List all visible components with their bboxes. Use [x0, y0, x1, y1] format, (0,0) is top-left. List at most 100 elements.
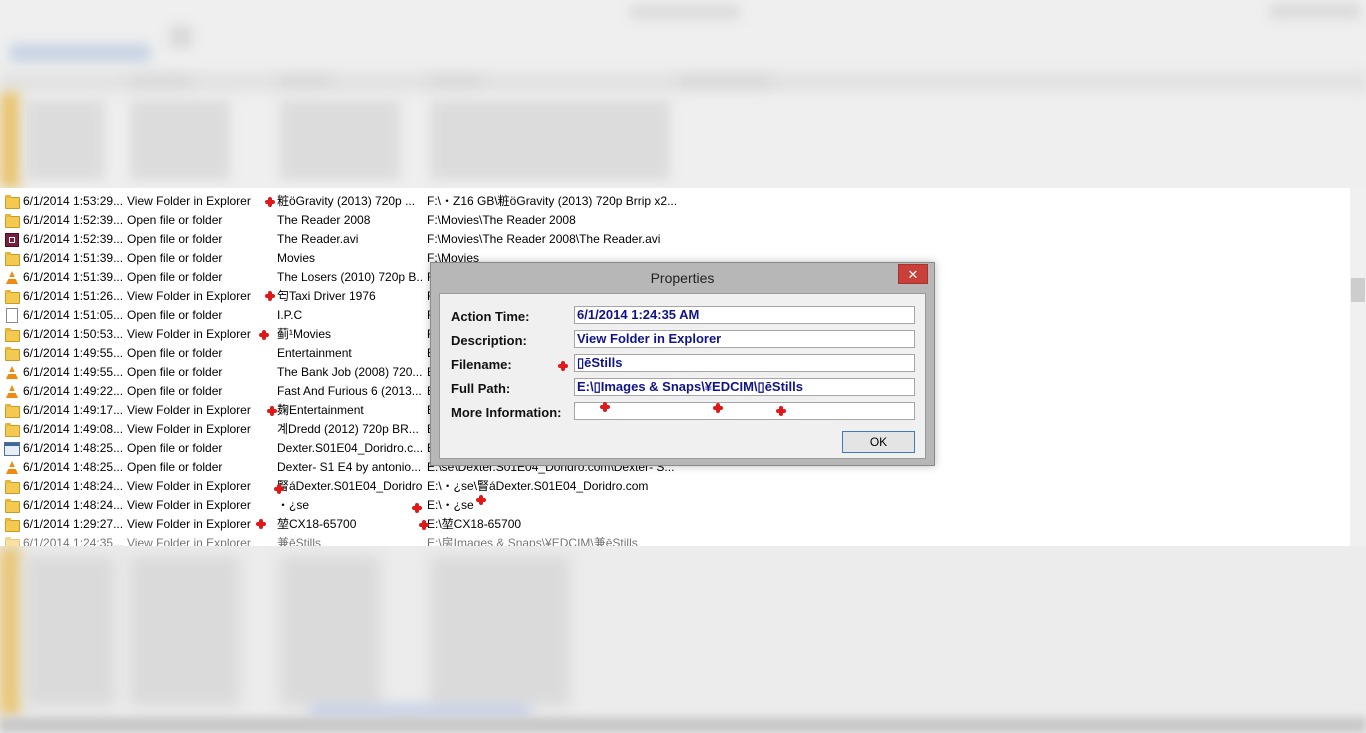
description-cell: Open file or folder	[127, 460, 223, 474]
description-cell: View Folder in Explorer	[127, 194, 251, 208]
list-row[interactable]: 6/1/2014 1:24:35... View Folder in Explor…	[0, 534, 1350, 546]
full-path-cell: E:\堃CX18-65700	[427, 517, 522, 531]
folder-icon	[4, 477, 20, 496]
red-marker	[419, 520, 429, 530]
action-time-cell: 6/1/2014 1:49:22...	[23, 384, 123, 398]
action-time-cell: 6/1/2014 1:52:39...	[23, 232, 123, 246]
folder-icon	[4, 534, 20, 546]
action-time-field[interactable]: 6/1/2014 1:24:35 AM	[574, 306, 915, 324]
blurred-window-header	[0, 0, 1366, 188]
full-path-cell: F:\Movies\The Reader 2008	[427, 213, 576, 227]
vertical-scrollbar[interactable]	[1350, 188, 1366, 546]
filename-cell: The Reader.avi	[277, 232, 359, 246]
filename-cell: 蓟¹Movies	[277, 327, 332, 341]
list-row[interactable]: 6/1/2014 1:48:24... View Folder in Explor…	[0, 477, 1350, 496]
description-cell: Open file or folder	[127, 270, 223, 284]
action-time-cell: 6/1/2014 1:51:39...	[23, 270, 123, 284]
description-cell: Open file or folder	[127, 441, 223, 455]
full-path-cell: F:\Movies\The Reader 2008\The Reader.avi	[427, 232, 661, 246]
action-time-cell: 6/1/2014 1:49:08...	[23, 422, 123, 436]
full-path-label: Full Path:	[451, 381, 511, 396]
action-time-cell: 6/1/2014 1:48:25...	[23, 441, 123, 455]
red-marker	[600, 402, 610, 412]
folder-icon	[4, 192, 20, 211]
red-marker	[259, 330, 269, 340]
action-time-cell: 6/1/2014 1:48:24...	[23, 479, 123, 493]
folder-icon	[4, 496, 20, 515]
filename-cell: Dexter- S1 E4 by antonio...	[277, 460, 422, 474]
blurred-lower-region	[0, 546, 1366, 733]
description-cell: View Folder in Explorer	[127, 289, 251, 303]
app-icon	[4, 439, 20, 458]
filename-cell: The Reader 2008	[277, 213, 371, 227]
vlc-icon	[4, 382, 20, 401]
description-cell: Open file or folder	[127, 308, 223, 322]
more-information-field[interactable]	[574, 402, 915, 420]
filename-cell: 兼ēStills	[277, 536, 322, 546]
close-button[interactable]: ✕	[898, 264, 928, 284]
list-row[interactable]: 6/1/2014 1:53:29... View Folder in Explor…	[0, 192, 1350, 211]
filename-label: Filename:	[451, 357, 512, 372]
vlc-icon	[4, 363, 20, 382]
description-cell: Open file or folder	[127, 384, 223, 398]
action-time-cell: 6/1/2014 1:24:35...	[23, 536, 123, 546]
description-field[interactable]: View Folder in Explorer	[574, 330, 915, 348]
filename-cell: 䁂áDexter.S01E04_Doridro...	[277, 479, 422, 493]
folder-icon	[4, 325, 20, 344]
full-path-cell: E:\・¿se	[427, 498, 474, 512]
description-label: Description:	[451, 333, 527, 348]
vlc-icon	[4, 268, 20, 287]
red-marker	[274, 484, 284, 494]
folder-icon	[4, 420, 20, 439]
action-time-cell: 6/1/2014 1:48:24...	[23, 498, 123, 512]
action-time-cell: 6/1/2014 1:48:25...	[23, 460, 123, 474]
action-time-cell: 6/1/2014 1:51:05...	[23, 308, 123, 322]
action-time-cell: 6/1/2014 1:29:27...	[23, 517, 123, 531]
video-file-icon	[4, 230, 20, 249]
action-time-cell: 6/1/2014 1:51:26...	[23, 289, 123, 303]
list-row[interactable]: 6/1/2014 1:48:24... View Folder in Explor…	[0, 496, 1350, 515]
dialog-client-area: Action Time: 6/1/2014 1:24:35 AM Descrip…	[439, 293, 926, 459]
file-icon	[4, 306, 20, 325]
action-time-cell: 6/1/2014 1:50:53...	[23, 327, 123, 341]
folder-icon	[4, 249, 20, 268]
folder-icon	[4, 401, 20, 420]
list-row[interactable]: 6/1/2014 1:29:27... View Folder in Explor…	[0, 515, 1350, 534]
filename-cell: 堃CX18-65700	[277, 517, 357, 531]
description-cell: Open file or folder	[127, 365, 223, 379]
filename-field[interactable]: ▯ēStills	[574, 354, 915, 372]
red-marker	[265, 291, 275, 301]
filename-cell: Fast And Furious 6 (2013...	[277, 384, 422, 398]
description-cell: View Folder in Explorer	[127, 517, 251, 531]
action-time-cell: 6/1/2014 1:49:17...	[23, 403, 123, 417]
filename-cell: I.P.C	[277, 308, 303, 322]
full-path-cell: E:\房Images & Snaps\¥EDCIM\兼ēStills	[427, 536, 638, 546]
red-marker	[256, 519, 266, 529]
scrollbar-thumb[interactable]	[1351, 278, 1365, 302]
dialog-title: Properties	[650, 270, 715, 286]
action-time-cell: 6/1/2014 1:53:29...	[23, 194, 123, 208]
action-time-cell: 6/1/2014 1:49:55...	[23, 346, 123, 360]
filename-cell: 계Dredd (2012) 720p BR...	[277, 422, 419, 436]
filename-cell: Dexter.S01E04_Doridro.c...	[277, 441, 422, 455]
description-cell: View Folder in Explorer	[127, 479, 251, 493]
action-time-label: Action Time:	[451, 309, 530, 324]
full-path-field[interactable]: E:\▯Images & Snaps\¥EDCIM\▯ēStills	[574, 378, 915, 396]
more-information-label: More Information:	[451, 405, 562, 420]
description-cell: View Folder in Explorer	[127, 327, 251, 341]
description-cell: Open file or folder	[127, 232, 223, 246]
filename-cell: 匄Taxi Driver 1976	[277, 289, 376, 303]
red-marker	[412, 503, 422, 513]
ok-button[interactable]: OK	[842, 431, 915, 453]
filename-cell: The Bank Job (2008) 720...	[277, 365, 422, 379]
action-time-cell: 6/1/2014 1:51:39...	[23, 251, 123, 265]
list-row[interactable]: 6/1/2014 1:52:39... Open file or folder Th…	[0, 230, 1350, 249]
red-marker	[558, 361, 568, 371]
description-cell: Open file or folder	[127, 346, 223, 360]
description-cell: View Folder in Explorer	[127, 422, 251, 436]
list-row[interactable]: 6/1/2014 1:52:39... Open file or folder Th…	[0, 211, 1350, 230]
filename-cell: Entertainment	[277, 346, 352, 360]
folder-icon	[4, 515, 20, 534]
filename-cell: The Losers (2010) 720p B...	[277, 270, 422, 284]
description-cell: View Folder in Explorer	[127, 536, 251, 546]
